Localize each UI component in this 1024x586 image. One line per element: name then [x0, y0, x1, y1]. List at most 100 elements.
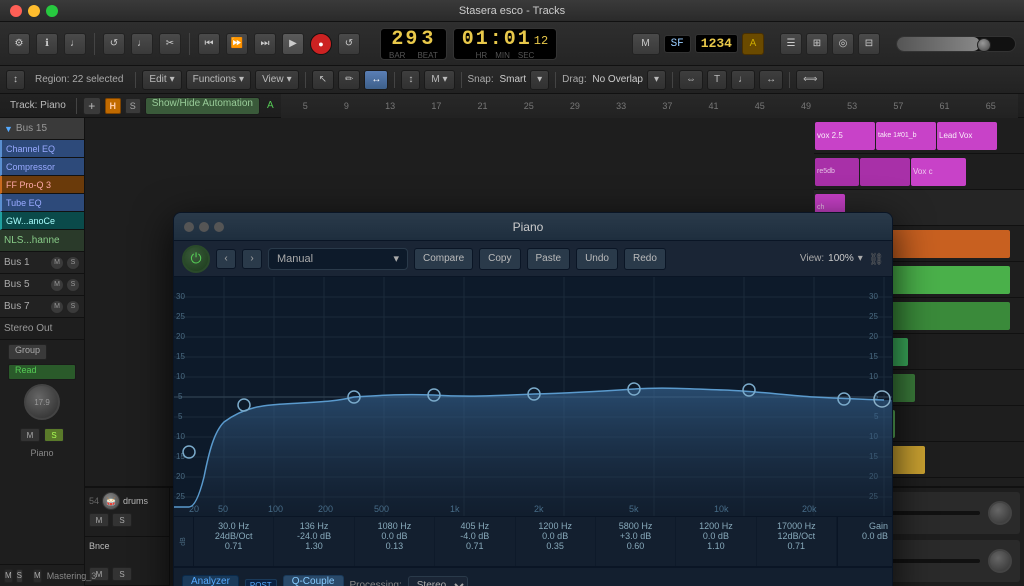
eq-close-dot[interactable]	[184, 222, 194, 232]
vel-btn[interactable]: M ▾	[424, 70, 454, 90]
eq-prev-button[interactable]: ‹	[216, 249, 236, 269]
settings-button[interactable]: ⚙	[8, 33, 30, 55]
minimize-button[interactable]	[28, 5, 40, 17]
drums-s-button[interactable]: S	[112, 513, 132, 527]
bnce-s-button[interactable]: S	[112, 567, 132, 581]
bus1-m[interactable]: M	[50, 256, 64, 270]
eq-max-dot[interactable]	[214, 222, 224, 232]
count-in-button[interactable]: ✂	[159, 33, 181, 55]
plugin-channel-eq[interactable]: Channel EQ	[0, 140, 84, 158]
functions-menu[interactable]: Functions ▾	[186, 70, 251, 90]
block-take[interactable]: take 1#01_b	[876, 122, 936, 150]
block-leadvox[interactable]: Lead Vox	[937, 122, 997, 150]
eq-preset-selector[interactable]: Manual ▾	[268, 248, 408, 270]
tool2[interactable]: ✏	[338, 70, 360, 90]
snap-dropdown[interactable]: ▾	[530, 70, 549, 90]
record-button[interactable]: ●	[310, 33, 332, 55]
add-track-button[interactable]: +	[83, 97, 101, 115]
plugin-tubeeq[interactable]: Tube EQ	[0, 194, 84, 212]
edit-menu[interactable]: Edit ▾	[142, 70, 181, 90]
cursor-tool[interactable]: ↕	[6, 70, 25, 90]
undo-button[interactable]: ↺	[103, 33, 125, 55]
drums-pan-knob[interactable]	[988, 501, 1012, 525]
plugin-gw[interactable]: GW...anoCe	[0, 212, 84, 230]
text-tool[interactable]: T	[707, 70, 727, 90]
zoom-btn[interactable]: ⟺	[796, 70, 824, 90]
block-voxc[interactable]: Vox c	[911, 158, 966, 186]
eq-power-button[interactable]: ⏻	[182, 245, 210, 273]
maximize-button[interactable]	[46, 5, 58, 17]
connections-button[interactable]: ⊞	[806, 33, 828, 55]
master-volume-slider[interactable]	[896, 36, 1016, 52]
bus1-s[interactable]: S	[66, 256, 80, 270]
compare-button[interactable]: Compare	[414, 248, 473, 270]
window-controls[interactable]	[10, 5, 58, 17]
bnce-pan-knob[interactable]	[988, 549, 1012, 573]
midi-icon[interactable]: M	[632, 33, 660, 55]
channel-volume-knob[interactable]: 17.9	[24, 384, 60, 420]
plugin-ffproq[interactable]: FF Pro-Q 3	[0, 176, 84, 194]
tempo-display[interactable]: 1234	[695, 34, 738, 53]
play-button[interactable]: ▶	[282, 33, 304, 55]
block-wave1[interactable]	[860, 158, 910, 186]
browser-button[interactable]: ⊟	[858, 33, 880, 55]
time-tool[interactable]: ↔	[759, 70, 783, 90]
processing-select[interactable]: Stereo	[408, 576, 468, 586]
info-button[interactable]: ℹ	[36, 33, 58, 55]
tool3-active[interactable]: ↔	[364, 70, 388, 90]
close-button[interactable]	[10, 5, 22, 17]
drums-m-button[interactable]: M	[89, 513, 109, 527]
solo-button[interactable]: S	[44, 428, 64, 442]
view-menu[interactable]: View ▾	[255, 70, 299, 90]
view-dropdown[interactable]: ▾	[858, 253, 863, 264]
qcouple-button[interactable]: Q-Couple	[283, 575, 344, 586]
undo-eq-button[interactable]: Undo	[576, 248, 618, 270]
bus7-s[interactable]: S	[66, 300, 80, 314]
master-m-button[interactable]: M	[4, 569, 13, 583]
tool1[interactable]: ↖	[312, 70, 334, 90]
bus7-m[interactable]: M	[50, 300, 64, 314]
paste-button[interactable]: Paste	[527, 248, 571, 270]
list-view-button[interactable]: ☰	[780, 33, 802, 55]
bus5-item[interactable]: Bus 5 M S	[0, 274, 84, 296]
eq-window-dots[interactable]	[184, 222, 224, 232]
eq-graph[interactable]: 30 25 20 15 10 5 5 10 15 20 25 30 25	[174, 277, 892, 517]
smart-controls-button[interactable]: ◎	[832, 33, 854, 55]
cursor-type[interactable]: ↕	[401, 70, 420, 90]
link-icon[interactable]: ⛓	[869, 252, 884, 266]
block-vox25[interactable]: vox 2.5	[815, 122, 875, 150]
nls-header[interactable]: NLS...hanne	[0, 230, 84, 252]
rewind-button[interactable]: ⏮	[198, 33, 220, 55]
copy-button[interactable]: Copy	[479, 248, 520, 270]
fast-forward-button[interactable]: ⏩	[226, 33, 248, 55]
bus15-header[interactable]: ▼ Bus 15	[0, 118, 84, 140]
block-re5db[interactable]: re5db	[815, 158, 859, 186]
h-button[interactable]: H	[105, 98, 121, 114]
plugin-compressor[interactable]: Compressor	[0, 158, 84, 176]
bus5-m[interactable]: M	[50, 278, 64, 292]
bus5-s[interactable]: S	[66, 278, 80, 292]
master-m2-button[interactable]: M	[33, 569, 42, 583]
analyzer-button[interactable]: Analyzer	[182, 575, 239, 586]
bus7-item[interactable]: Bus 7 M S	[0, 296, 84, 318]
redo-eq-button[interactable]: Redo	[624, 248, 666, 270]
midi-button[interactable]: ♩	[64, 33, 86, 55]
volume-knob[interactable]	[977, 38, 991, 52]
mute-button[interactable]: M	[20, 428, 40, 442]
goto-end-button[interactable]: ⏭	[254, 33, 276, 55]
bus1-item[interactable]: Bus 1 M S	[0, 252, 84, 274]
master-s-button[interactable]: S	[16, 569, 23, 583]
tuner-button[interactable]: A	[742, 33, 764, 55]
eq-min-dot[interactable]	[199, 222, 209, 232]
cycle-button[interactable]: ↺	[338, 33, 360, 55]
group-button[interactable]: Group	[8, 344, 47, 360]
drag-dropdown[interactable]: ▾	[647, 70, 666, 90]
eq-next-button[interactable]: ›	[242, 249, 262, 269]
marker-tool[interactable]: ♩	[731, 70, 755, 90]
metronome-button[interactable]: ♩	[131, 33, 153, 55]
s-button[interactable]: S	[125, 98, 141, 114]
resize-btn[interactable]: ⇔	[679, 70, 703, 90]
read-button[interactable]: Read	[8, 364, 76, 380]
automation-button[interactable]: Show/Hide Automation	[145, 97, 260, 115]
eq-plugin-window[interactable]: Piano ⏻ ‹ › Manual ▾ Compare	[173, 212, 893, 586]
